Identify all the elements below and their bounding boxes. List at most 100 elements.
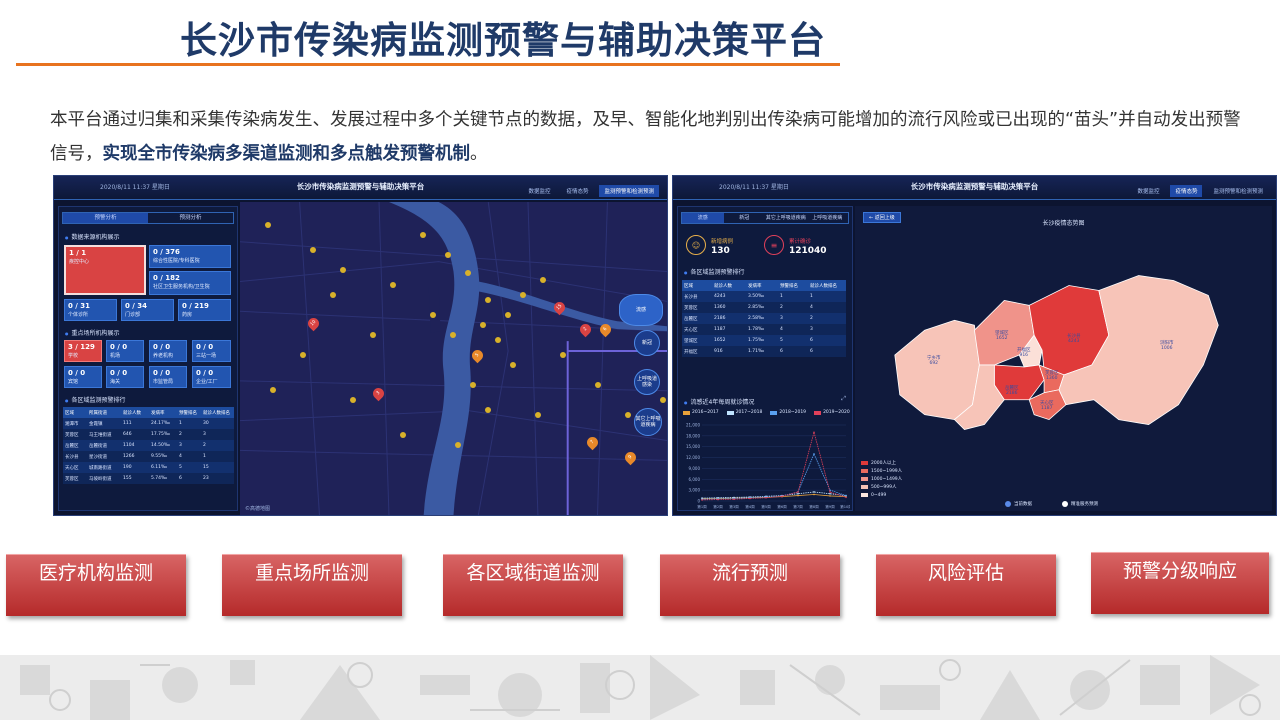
map-dot[interactable]: [390, 282, 396, 288]
map-dot[interactable]: [485, 297, 491, 303]
district-value: 692: [929, 361, 939, 366]
map-dot[interactable]: [400, 432, 406, 438]
table-row[interactable]: 芙蓉区 马王堆街道 646 17.75‰ 2 3: [63, 429, 234, 440]
tile-value: 0 / 0: [110, 343, 128, 351]
table-cell: 1104: [121, 440, 149, 451]
map-dot[interactable]: [560, 352, 566, 358]
tile-clinic[interactable]: 0 / 31 个体诊所: [64, 299, 117, 321]
map-dot[interactable]: [270, 387, 276, 393]
map-dot[interactable]: [625, 412, 631, 418]
tile-community[interactable]: 0 / 182 社区卫生服务机构/卫生院: [149, 271, 231, 295]
tile-outpatient[interactable]: 0 / 34 门诊部: [121, 299, 174, 321]
table-cell: 6: [808, 335, 846, 346]
table-row[interactable]: 长沙县 星沙街道 1266 9.55‰ 4 1: [63, 451, 234, 462]
map-dot[interactable]: [485, 407, 491, 413]
tab-flu[interactable]: 流感: [682, 213, 724, 223]
map-dot[interactable]: [445, 252, 451, 258]
map-dot[interactable]: [540, 277, 546, 283]
table-row[interactable]: 湘潭市 金霞镇 111 24.17‰ 1 30: [63, 418, 234, 429]
tile-hospital[interactable]: 0 / 376 综合性医院/专科医院: [149, 245, 231, 268]
nav-item-epidemic[interactable]: 疫情态势: [1170, 185, 1203, 197]
tile-pharmacy[interactable]: 0 / 219 药房: [178, 299, 231, 321]
map-dot[interactable]: [495, 337, 501, 343]
page-title: 长沙市传染病监测预警与辅助决策平台: [180, 19, 826, 62]
table-row[interactable]: 望城区 1652 1.75‰ 5 6: [682, 335, 846, 346]
col-visits: 就诊人数: [712, 280, 746, 291]
tile-value: 0 / 219: [182, 302, 209, 310]
pattern-svg: [20, 655, 1261, 720]
expand-icon[interactable]: ⤢: [841, 395, 846, 403]
tile-factory[interactable]: 0 / 0 企业/工厂: [192, 366, 231, 388]
series-point: [733, 498, 735, 500]
table-cell: 1.78‰: [746, 324, 778, 335]
series-point: [829, 492, 831, 495]
tab-warning-analysis[interactable]: 预警分析: [63, 213, 148, 223]
table-row[interactable]: 长沙县 4243 3.50‰ 1 1: [682, 291, 846, 302]
tile-nursing[interactable]: 0 / 0 养老机构: [149, 340, 187, 362]
tile-station[interactable]: 0 / 0 三站一场: [192, 340, 231, 362]
city-map[interactable]: 10 3 5 15 2 6 7 9: [240, 202, 667, 515]
map-dot[interactable]: [340, 267, 346, 273]
table-cell: 岳麓区: [682, 313, 712, 324]
map-dot[interactable]: [535, 412, 541, 418]
map-dot[interactable]: [370, 332, 376, 338]
feature-button-response[interactable]: 预警分级响应: [1091, 552, 1269, 614]
map-dot[interactable]: [300, 352, 306, 358]
map-dot[interactable]: [660, 397, 666, 403]
district-label: 浏阳市 1006: [1160, 341, 1174, 351]
table-cell: 6.11‰: [149, 462, 177, 473]
table-row[interactable]: 开福区 916 1.71‰ 6 6: [682, 346, 846, 357]
nav-item-data[interactable]: 数据监控: [1132, 185, 1164, 197]
tab-upper-resp[interactable]: 上呼吸道疾病: [807, 213, 849, 223]
map-dot[interactable]: [420, 232, 426, 238]
map-dot[interactable]: [455, 442, 461, 448]
tab-forecast-analysis[interactable]: 预测分析: [148, 213, 233, 223]
map-dot[interactable]: [595, 382, 601, 388]
nav-item-data[interactable]: 数据监控: [523, 185, 555, 197]
table-row[interactable]: 岳麓区 岳麓街道 1104 14.50‰ 3 2: [63, 440, 234, 451]
table-row[interactable]: 岳麓区 2186 2.58‰ 3 2: [682, 313, 846, 324]
nav-item-warning[interactable]: 监测预警和检测预测: [599, 185, 659, 197]
ranking-table-right: 区域 就诊人数 发病率 预警排名 就诊人数排名 长沙县 4243 3.50‰ 1 1 芙蓉…: [682, 280, 846, 357]
tile-market[interactable]: 0 / 0 市监管局: [149, 366, 187, 388]
nav-item-epidemic[interactable]: 疫情态势: [561, 185, 593, 197]
map-dot[interactable]: [430, 312, 436, 318]
tile-school[interactable]: 3 / 129 学校: [64, 340, 102, 362]
circle-button-upper-respiratory[interactable]: 上呼吸道感染: [634, 369, 660, 395]
tab-other[interactable]: 其它上呼吸道疾病: [765, 213, 807, 223]
section-institutions: 数据来源机构展示: [65, 232, 120, 241]
map-dot[interactable]: [450, 332, 456, 338]
table-row[interactable]: 天心区 1187 1.78‰ 4 3: [682, 324, 846, 335]
circle-button-covid[interactable]: 新冠: [634, 330, 660, 356]
feature-button-streets[interactable]: 各区域街道监测: [443, 554, 623, 616]
map-dot[interactable]: [480, 322, 486, 328]
circle-button-flu[interactable]: 流感: [619, 294, 663, 326]
tile-cdc[interactable]: 1 / 1 疾控中心: [64, 245, 146, 295]
table-row[interactable]: 天心区 城南路街道 190 6.11‰ 5 15: [63, 462, 234, 473]
map-dot[interactable]: [265, 222, 271, 228]
tab-covid[interactable]: 新冠: [724, 213, 766, 223]
nav-item-warning[interactable]: 监测预警和检测预测: [1208, 185, 1268, 197]
feature-button-risk[interactable]: 风险评估: [876, 554, 1056, 616]
feature-button-forecast[interactable]: 流行预测: [660, 554, 840, 616]
tile-hotel[interactable]: 0 / 0 宾馆: [64, 366, 102, 388]
tile-airport[interactable]: 0 / 0 机场: [106, 340, 144, 362]
chart-legend-item: 2017~2018: [726, 410, 762, 415]
map-dot[interactable]: [330, 292, 336, 298]
chart-legend-label: 2019~2020: [823, 410, 850, 415]
tile-customs[interactable]: 0 / 0 海关: [106, 366, 144, 388]
map-dot[interactable]: [465, 270, 471, 276]
map-dot[interactable]: [510, 362, 516, 368]
table-row[interactable]: 芙蓉区 马坡岭街道 155 5.74‰ 6 23: [63, 473, 234, 484]
map-dot[interactable]: [520, 292, 526, 298]
series-point: [765, 496, 767, 499]
map-dot[interactable]: [350, 397, 356, 403]
feature-button-places[interactable]: 重点场所监测: [222, 554, 402, 616]
map-dot[interactable]: [505, 312, 511, 318]
circle-button-other[interactable]: 其它上呼吸道疾病: [634, 408, 662, 436]
map-dot[interactable]: [310, 247, 316, 253]
district-map[interactable]: ← 返回上级 长沙疫情态势图 宁乡市 692 望城区 1652 开福区 916 长沙县 424…: [855, 206, 1272, 511]
feature-button-medical[interactable]: 医疗机构监测: [6, 554, 186, 616]
table-row[interactable]: 芙蓉区 1360 2.85‰ 2 4: [682, 302, 846, 313]
map-dot[interactable]: [470, 382, 476, 388]
